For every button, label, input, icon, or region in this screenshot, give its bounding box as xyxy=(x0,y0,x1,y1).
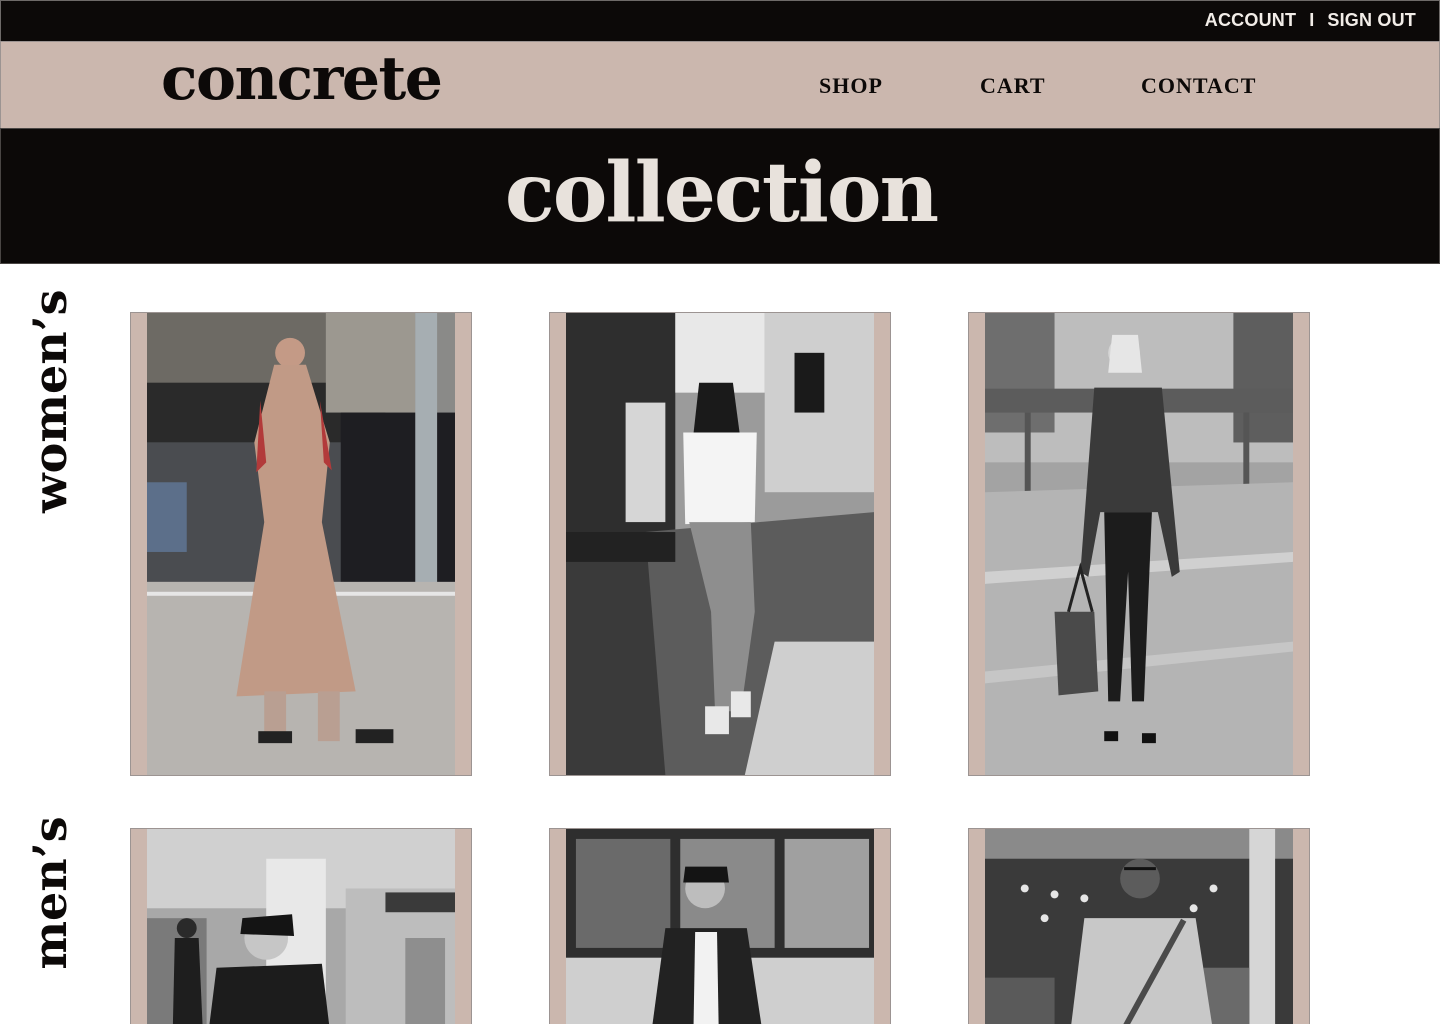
product-photo xyxy=(566,829,874,1024)
mens-product-card-1[interactable] xyxy=(130,828,472,1024)
mens-product-card-2[interactable] xyxy=(549,828,891,1024)
hero-title: collection xyxy=(504,145,939,241)
nav-shop[interactable]: SHOP xyxy=(819,73,883,99)
mens-product-card-3[interactable] xyxy=(968,828,1310,1024)
nav-contact[interactable]: CONTACT xyxy=(1141,73,1256,99)
product-photo xyxy=(147,829,455,1024)
account-links: ACCOUNT I SIGN OUT xyxy=(1205,10,1416,31)
mens-section-label: men’s xyxy=(23,816,77,970)
product-photo xyxy=(147,313,455,775)
womens-section-label: women’s xyxy=(23,289,77,513)
account-bar: ACCOUNT I SIGN OUT xyxy=(0,0,1440,42)
womens-product-card-1[interactable] xyxy=(130,312,472,776)
site-header: concrete SHOP CART CONTACT xyxy=(0,41,1440,129)
product-photo xyxy=(566,313,874,775)
account-separator: I xyxy=(1309,10,1315,30)
sign-out-link[interactable]: SIGN OUT xyxy=(1327,10,1416,31)
hero-banner: collection xyxy=(0,128,1440,264)
logo[interactable]: concrete xyxy=(161,44,443,114)
womens-product-card-3[interactable] xyxy=(968,312,1310,776)
product-photo xyxy=(985,829,1293,1024)
nav-cart[interactable]: CART xyxy=(980,73,1046,99)
womens-product-card-2[interactable] xyxy=(549,312,891,776)
account-link[interactable]: ACCOUNT xyxy=(1205,10,1296,31)
product-photo xyxy=(985,313,1293,775)
